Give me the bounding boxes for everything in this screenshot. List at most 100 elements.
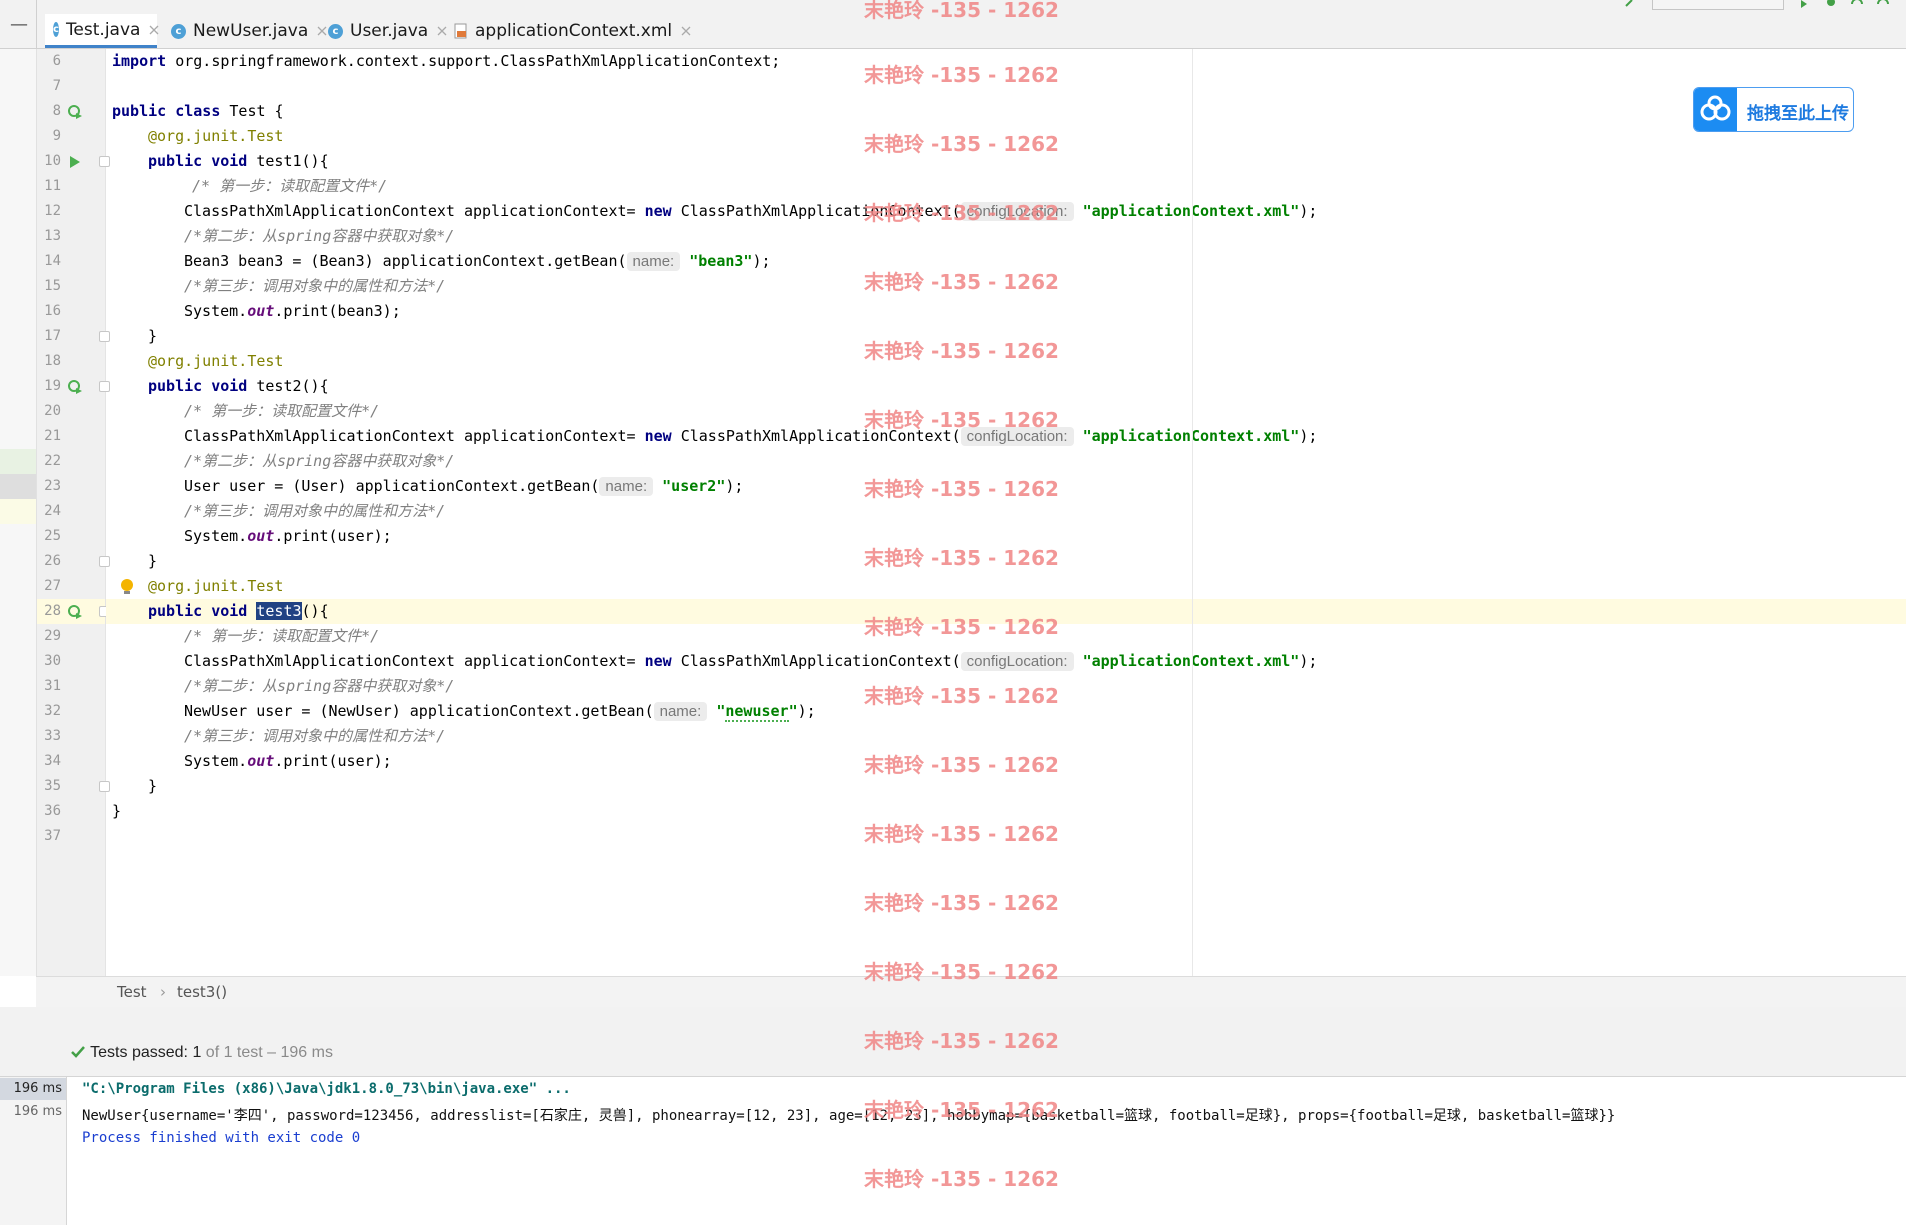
- upload-drop-button[interactable]: 拖拽至此上传: [1693, 87, 1854, 132]
- tab-user-java[interactable]: c User.java: [320, 14, 458, 48]
- timing-row[interactable]: 196 ms: [14, 1104, 62, 1119]
- code-line: /* 第一步：读取配置文件*/: [184, 627, 380, 645]
- code-line: /* 第一步：读取配置文件*/: [192, 177, 388, 195]
- code-line: }: [148, 327, 158, 345]
- gutter-line: 36: [44, 803, 61, 819]
- change-marker: [0, 499, 36, 524]
- gutter-line: 13: [44, 228, 61, 244]
- code-line: ClassPathXmlApplicationContext applicati…: [184, 427, 1318, 446]
- code-line: System.out.print(user);: [184, 527, 392, 545]
- gutter-line: 31: [44, 678, 61, 694]
- code-line: public void test1(){: [148, 152, 329, 170]
- gutter-line: 35: [37, 774, 110, 799]
- java-class-icon: c: [171, 23, 186, 39]
- java-class-icon: c: [53, 22, 59, 37]
- profile-icon[interactable]: [1876, 0, 1890, 8]
- code-line: public void test2(){: [148, 377, 329, 395]
- back-arrow-icon[interactable]: [1620, 0, 1640, 10]
- gutter-line: 14: [44, 253, 61, 269]
- rerun-test-icon[interactable]: [67, 604, 83, 620]
- parameter-hint: name:: [626, 252, 681, 271]
- code-line: /*第三步：调用对象中的属性和方法*/: [184, 727, 446, 745]
- gutter-line: 29: [44, 628, 61, 644]
- run-test-icon[interactable]: [67, 154, 83, 170]
- editor-tab-bar: — c Test.java c NewUser.java c User.java…: [0, 0, 1906, 49]
- tab-applicationcontext-xml[interactable]: applicationContext.xml: [446, 14, 702, 48]
- gutter-line: 8: [37, 99, 105, 124]
- code-line: User user = (User) applicationContext.ge…: [184, 477, 744, 496]
- parameter-hint: configLocation:: [960, 202, 1074, 221]
- run-panel-header: [0, 1007, 1906, 1077]
- run-configuration-select[interactable]: [1652, 0, 1784, 10]
- gutter-line: 10: [37, 149, 110, 174]
- change-marker: [0, 449, 36, 474]
- test-status: Tests passed: 1 of 1 test – 196 ms: [70, 1044, 333, 1062]
- status-count: 1: [192, 1044, 202, 1061]
- parameter-hint: name:: [599, 477, 654, 496]
- check-icon: [71, 1046, 85, 1058]
- code-line: @org.junit.Test: [148, 577, 284, 595]
- run-tests-icon[interactable]: [67, 104, 83, 120]
- code-line: /*第三步：调用对象中的属性和方法*/: [184, 502, 446, 520]
- parameter-hint: name:: [653, 702, 708, 721]
- java-class-icon: c: [328, 23, 343, 39]
- code-line: /*第三步：调用对象中的属性和方法*/: [184, 277, 446, 295]
- console-finished: Process finished with exit code 0: [82, 1130, 361, 1146]
- timing-row[interactable]: 196 ms: [0, 1078, 66, 1100]
- console-output: NewUser{username='李四', password=123456, …: [82, 1108, 1616, 1124]
- tab-newuser-java[interactable]: c NewUser.java: [163, 14, 338, 48]
- code-line: System.out.print(user);: [184, 752, 392, 770]
- gutter-line: 19: [37, 374, 110, 399]
- gutter-line: 16: [44, 303, 61, 319]
- code-line: }: [148, 552, 158, 570]
- code-line: ClassPathXmlApplicationContext applicati…: [184, 202, 1318, 221]
- gutter-line: 11: [44, 178, 61, 194]
- tab-label: Test.java: [65, 19, 141, 40]
- status-detail: of 1 test – 196 ms: [205, 1044, 333, 1061]
- right-margin-guide: [1192, 49, 1193, 976]
- gutter-line: 21: [44, 428, 61, 444]
- code-line: /*第二步：从spring容器中获取对象*/: [184, 677, 455, 695]
- parameter-hint: configLocation:: [960, 427, 1074, 446]
- code-line: /* 第一步：读取配置文件*/: [184, 402, 380, 420]
- line-number-gutter: 6 7 8 9 10 11 12 13 14 15 16 17 18 19 20…: [37, 49, 133, 976]
- rerun-test-icon[interactable]: [67, 379, 83, 395]
- gutter-line: 27: [37, 574, 133, 599]
- console-command: "C:\Program Files (x86)\Java\jdk1.8.0_73…: [82, 1081, 571, 1097]
- code-line: /*第二步：从spring容器中获取对象*/: [184, 452, 455, 470]
- gutter-line: 34: [44, 753, 61, 769]
- code-line: public class Test {: [112, 102, 284, 120]
- run-icon[interactable]: [1798, 0, 1812, 8]
- breadcrumb-item-method[interactable]: test3(): [177, 983, 227, 1001]
- code-area[interactable]: import org.springframework.context.suppo…: [106, 49, 1906, 976]
- hide-panel-icon[interactable]: —: [10, 16, 28, 34]
- code-editor[interactable]: 6 7 8 9 10 11 12 13 14 15 16 17 18 19 20…: [0, 49, 1906, 976]
- code-line: NewUser user = (NewUser) applicationCont…: [184, 702, 816, 722]
- close-tab-icon[interactable]: [678, 23, 696, 39]
- parameter-hint: configLocation:: [960, 652, 1074, 671]
- gutter-line: 18: [44, 353, 61, 369]
- breadcrumb-item-class[interactable]: Test: [117, 983, 147, 1001]
- code-line: System.out.print(bean3);: [184, 302, 401, 320]
- gutter-line: 28: [37, 599, 110, 624]
- tool-window-strip: [0, 49, 37, 976]
- code-line: /*第二步：从spring容器中获取对象*/: [184, 227, 455, 245]
- debug-icon[interactable]: [1824, 0, 1838, 8]
- gutter-line: 15: [44, 278, 61, 294]
- console-panel[interactable]: 196 ms 196 ms "C:\Program Files (x86)\Ja…: [0, 1076, 1906, 1225]
- tab-test-java[interactable]: c Test.java: [45, 14, 159, 48]
- gutter-line: 6: [52, 53, 61, 69]
- code-line: ClassPathXmlApplicationContext applicati…: [184, 652, 1318, 671]
- close-tab-icon[interactable]: [146, 22, 159, 38]
- gutter-line: 17: [37, 324, 110, 349]
- tab-bar-divider: [36, 0, 37, 48]
- gutter-line: 12: [44, 203, 61, 219]
- coverage-icon[interactable]: [1850, 0, 1864, 8]
- code-line: }: [148, 777, 158, 795]
- baidu-cloud-icon: [1694, 88, 1737, 131]
- gutter-line: 25: [44, 528, 61, 544]
- gutter-line: 26: [37, 549, 110, 574]
- current-line[interactable]: public void test3(){: [106, 599, 1906, 624]
- breadcrumb-separator: ›: [160, 983, 166, 1001]
- status-label: Tests passed:: [90, 1044, 188, 1061]
